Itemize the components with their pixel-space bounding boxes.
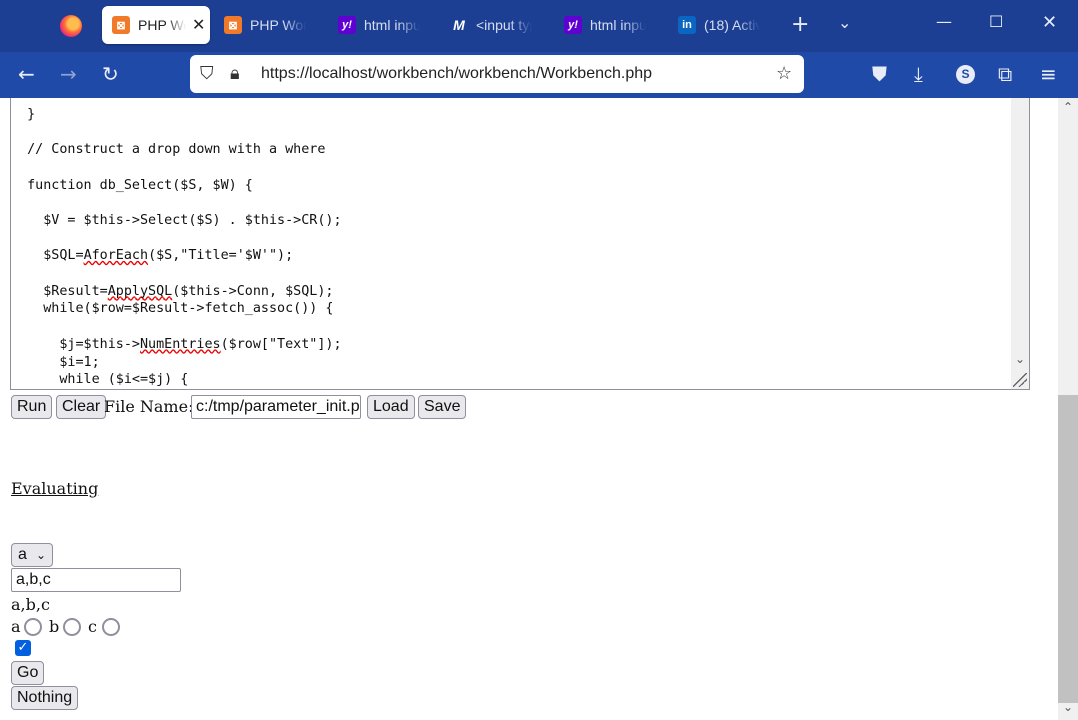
nav-toolbar: ← → ↻ ⛉ 🔒︎ https://localhost/workbench/w… xyxy=(0,52,1078,98)
value-select[interactable]: a ⌄ xyxy=(11,543,53,567)
radio-label-c: c xyxy=(88,617,97,636)
radio-b[interactable] xyxy=(63,618,81,636)
page-content: } // Construct a drop down with a where … xyxy=(0,98,1058,720)
tab-html-input-2[interactable]: y! html input xyxy=(564,6,664,44)
evaluating-heading: Evaluating xyxy=(11,479,99,498)
forward-icon[interactable]: → xyxy=(60,62,77,86)
radio-a[interactable] xyxy=(24,618,42,636)
radio-label-a: a xyxy=(11,617,21,636)
mdn-icon: M xyxy=(453,17,465,33)
close-window-icon[interactable]: ✕ xyxy=(1042,12,1057,33)
tab-html-input-1[interactable]: y! html input xyxy=(338,6,438,44)
firefox-icon[interactable] xyxy=(60,15,82,37)
xampp-icon: ⊠ xyxy=(112,16,130,34)
value-text: a,b,c xyxy=(11,595,50,614)
downloads-icon[interactable]: ⤓ xyxy=(914,62,923,86)
resize-grip-icon[interactable] xyxy=(1013,373,1027,387)
chevron-down-icon: ⌄ xyxy=(35,548,46,562)
url-bar[interactable]: ⛉ 🔒︎ https://localhost/workbench/workben… xyxy=(190,55,804,93)
filename-label: File Name: xyxy=(104,397,194,416)
reload-icon[interactable]: ↻ xyxy=(102,62,119,86)
nothing-button[interactable]: Nothing xyxy=(11,686,79,710)
save-button[interactable]: Save xyxy=(418,395,467,419)
menu-icon[interactable]: ≡ xyxy=(1040,62,1057,86)
yahoo-icon: y! xyxy=(338,16,356,34)
tab-strip: ⊠ PHP Workbench ✕ ⊠ PHP Workbench y! htm… xyxy=(0,0,1078,52)
run-button[interactable]: Run xyxy=(11,395,53,419)
page-scroll-thumb[interactable] xyxy=(1058,395,1078,703)
clear-button[interactable]: Clear xyxy=(56,395,107,419)
editor-scrollbar[interactable]: ⌄ xyxy=(1011,98,1029,389)
account-avatar[interactable]: S xyxy=(956,65,975,84)
linkedin-icon: in xyxy=(678,16,696,34)
new-tab-icon[interactable]: + xyxy=(791,12,809,37)
select-value: a xyxy=(18,546,27,563)
radio-label-b: b xyxy=(49,617,60,636)
code-editor[interactable]: } // Construct a drop down with a where … xyxy=(10,98,1030,390)
bookmark-star-icon[interactable]: ☆ xyxy=(776,63,792,84)
tab-linkedin[interactable]: in (18) Activity xyxy=(678,6,778,44)
list-tabs-icon[interactable]: ⌄ xyxy=(838,13,851,32)
tab-title: PHP Workbench xyxy=(138,17,186,33)
tab-title: PHP Workbench xyxy=(250,17,306,33)
minimize-icon[interactable]: — xyxy=(936,12,952,31)
xampp-icon: ⊠ xyxy=(224,16,242,34)
close-tab-icon[interactable]: ✕ xyxy=(192,15,205,35)
go-button[interactable]: Go xyxy=(11,661,45,685)
yahoo-icon: y! xyxy=(564,16,582,34)
tab-title: (18) Activity xyxy=(704,17,760,33)
value-input[interactable]: a,b,c xyxy=(11,568,181,592)
lock-icon[interactable]: 🔒︎ xyxy=(230,63,240,84)
maximize-icon[interactable]: ☐ xyxy=(989,12,1003,31)
radio-c[interactable] xyxy=(102,618,120,636)
tab-php-workbench-active[interactable]: ⊠ PHP Workbench ✕ xyxy=(102,6,210,44)
pocket-icon[interactable]: ⛊ xyxy=(872,62,887,86)
tab-title: html input xyxy=(590,17,646,33)
filename-input[interactable]: c:/tmp/parameter_init.php xyxy=(191,395,361,419)
scroll-down-icon[interactable]: ⌄ xyxy=(1015,352,1025,366)
checkbox[interactable]: ✓ xyxy=(15,640,31,656)
load-button[interactable]: Load xyxy=(367,395,415,419)
scroll-up-icon[interactable]: ⌃ xyxy=(1063,100,1073,114)
extensions-icon[interactable]: ⧉ xyxy=(998,62,1012,86)
code-text[interactable]: } // Construct a drop down with a where … xyxy=(11,98,341,389)
tab-input-type[interactable]: M <input type xyxy=(450,6,550,44)
tab-title: <input type xyxy=(476,17,532,33)
shield-icon[interactable]: ⛉ xyxy=(200,63,214,84)
tab-php-workbench[interactable]: ⊠ PHP Workbench xyxy=(224,6,324,44)
back-icon[interactable]: ← xyxy=(18,62,35,86)
tab-title: html input xyxy=(364,17,420,33)
url-text[interactable]: https://localhost/workbench/workbench/Wo… xyxy=(261,65,652,83)
